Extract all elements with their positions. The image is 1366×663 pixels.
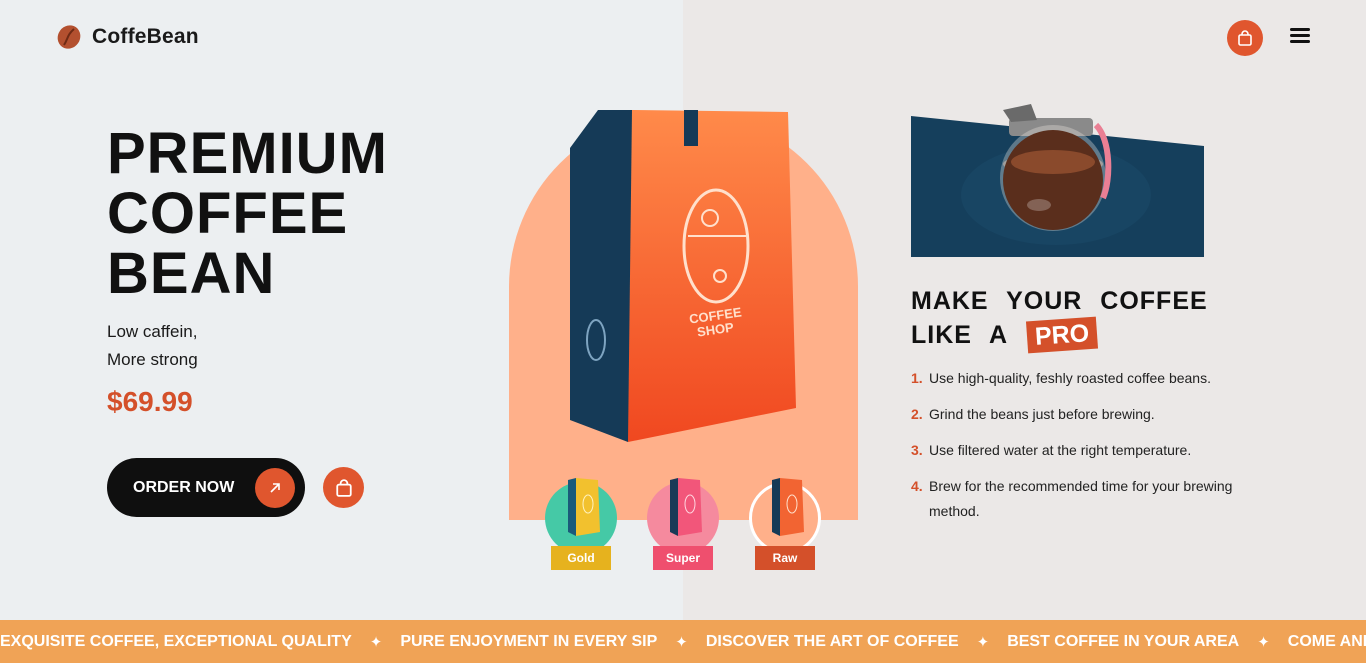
step-text: Grind the beans just before brewing. <box>929 406 1155 422</box>
product-price: $69.99 <box>107 386 193 417</box>
howto-title-line2-text: LIKE A <box>911 321 1008 349</box>
hero-tagline: Low caffein, More strong <box>107 318 198 374</box>
variant-label: Super <box>653 546 713 570</box>
list-item: 4. Brew for the recommended time for your… <box>911 474 1271 524</box>
variant-gold[interactable]: Gold <box>543 474 619 574</box>
header-cart-button[interactable] <box>1227 20 1263 56</box>
arrow-up-right-icon <box>255 468 295 508</box>
shopping-bag-icon <box>1238 30 1252 46</box>
step-text: Brew for the recommended time for your b… <box>929 478 1233 519</box>
marquee-ticker: EXQUISITE COFFEE, EXCEPTIONAL QUALITY ✦ … <box>0 620 1366 663</box>
coffee-bean-icon <box>57 25 81 49</box>
coffee-pot-image <box>911 104 1204 257</box>
brand-logo[interactable]: CoffeBean <box>56 24 199 50</box>
ticker-item: PURE ENJOYMENT IN EVERY SIP <box>400 632 658 650</box>
pro-badge: PRO <box>1026 316 1099 354</box>
hamburger-menu-icon[interactable] <box>1290 28 1314 48</box>
hero-title-line: COFFEE <box>107 181 349 246</box>
step-number: 2. <box>911 406 923 422</box>
coffee-bag-image: COFFEE SHOP <box>570 110 796 442</box>
ticker-item: EXQUISITE COFFEE, EXCEPTIONAL QUALITY <box>0 632 352 650</box>
add-to-cart-button[interactable] <box>323 467 364 508</box>
list-item: 2. Grind the beans just before brewing. <box>911 402 1271 427</box>
order-now-button[interactable]: ORDER NOW <box>107 458 305 517</box>
step-number: 3. <box>911 442 923 458</box>
howto-title: MAKE YOUR COFFEE LIKE A PRO <box>911 284 1208 354</box>
variant-raw[interactable]: Raw <box>747 474 823 574</box>
step-number: 4. <box>911 478 923 494</box>
brand-name: CoffeBean <box>92 25 199 48</box>
variant-label: Raw <box>755 546 815 570</box>
step-text: Use filtered water at the right temperat… <box>929 442 1192 458</box>
sparkle-icon: ✦ <box>1257 633 1270 651</box>
shopping-bag-icon <box>335 478 352 497</box>
ticker-item: COME AND CHILL <box>1287 632 1366 650</box>
order-now-label: ORDER NOW <box>133 478 235 496</box>
list-item: 3. Use filtered water at the right temper… <box>911 438 1271 463</box>
variant-label: Gold <box>551 546 611 570</box>
list-item: 1. Use high-quality, feshly roasted coffe… <box>911 366 1271 391</box>
sparkle-icon: ✦ <box>976 633 990 651</box>
howto-title-line2: LIKE A PRO <box>911 316 1208 354</box>
hero-title: PREMIUM COFFEE BEAN <box>107 124 447 304</box>
tagline-line: More strong <box>107 350 198 369</box>
variant-super[interactable]: Super <box>645 474 721 574</box>
sparkle-icon: ✦ <box>369 633 383 651</box>
sparkle-icon: ✦ <box>675 633 688 651</box>
tagline-line: Low caffein, <box>107 322 198 341</box>
brewing-steps-list: 1. Use high-quality, feshly roasted coffe… <box>911 366 1271 535</box>
ticker-item: DISCOVER THE ART OF COFFEE <box>705 632 959 650</box>
howto-title-line1: MAKE YOUR COFFEE <box>911 287 1208 315</box>
ticker-item: BEST COFFEE IN YOUR AREA <box>1007 632 1240 650</box>
hero-title-line: BEAN <box>107 241 276 306</box>
step-text: Use high-quality, feshly roasted coffee … <box>929 370 1211 386</box>
hero-title-line: PREMIUM <box>107 121 388 186</box>
step-number: 1. <box>911 370 923 386</box>
